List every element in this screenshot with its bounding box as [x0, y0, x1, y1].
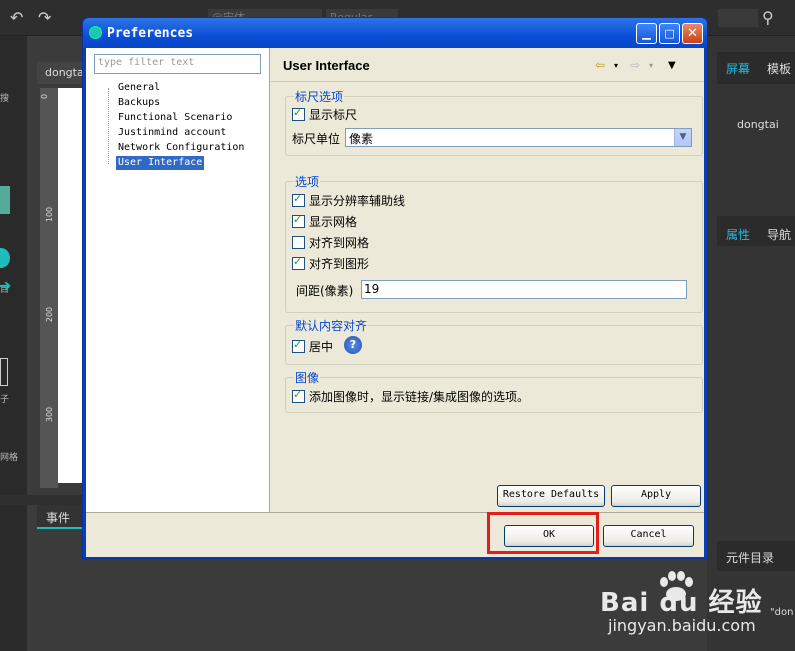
image-option-row[interactable]: 添加图像时，显示链接/集成图像的选项。 [292, 388, 529, 404]
ruler-mark: 300 [45, 406, 55, 423]
alignment-group: 默认内容对齐 居中 ? [285, 317, 703, 365]
component-icon[interactable] [0, 186, 10, 214]
page-header: User Interface ⇦ ▾ ⇨ ▾ ▼ [271, 48, 704, 82]
preferences-dialog: Preferences ▁ □ ✕ type filter text Gener… [82, 17, 708, 559]
ruler-mark: 0 [40, 93, 50, 100]
view-menu-icon[interactable]: ▼ [668, 60, 676, 71]
shape-icon[interactable] [0, 248, 10, 268]
page-title: User Interface [283, 58, 370, 73]
tree-line [108, 88, 110, 164]
dropdown-arrow-icon[interactable]: ▼ [674, 129, 691, 146]
resolution-guides-checkbox[interactable] [292, 192, 305, 207]
vertical-ruler: 0 100 200 300 [40, 88, 58, 488]
cancel-button[interactable]: Cancel [603, 525, 694, 547]
search-icon[interactable]: ⚲ [762, 0, 774, 36]
show-ruler-row[interactable]: 显示标尺 [292, 106, 357, 122]
rail-label: 子 [0, 395, 10, 405]
tree-item-general[interactable]: General [116, 81, 162, 95]
canvas-tab[interactable]: dongta [37, 62, 85, 84]
events-tab[interactable]: 事件 [37, 505, 87, 529]
ruler-group-label: 标尺选项 [294, 88, 345, 105]
ruler-mark: 100 [45, 206, 55, 223]
apply-button[interactable]: Apply [611, 485, 701, 507]
filter-input[interactable]: type filter text [94, 54, 261, 74]
show-grid-checkbox[interactable] [292, 213, 305, 228]
watermark-url: jingyan.baidu.com [608, 616, 756, 635]
alignment-group-label: 默认内容对齐 [294, 317, 369, 334]
option-row[interactable]: 对齐到网格 [292, 234, 369, 250]
tree-item-justinmind-account[interactable]: Justinmind account [116, 126, 228, 140]
ok-highlight-box [487, 512, 599, 554]
component-item[interactable]: "don [770, 607, 793, 618]
dialog-title: Preferences [107, 26, 194, 41]
back-icon[interactable]: ⇦ [595, 58, 605, 72]
close-button[interactable]: ✕ [682, 23, 703, 44]
app-icon [89, 26, 102, 39]
options-group-label: 选项 [294, 173, 321, 190]
preference-tree-pane: type filter text General Backups Functio… [86, 48, 270, 512]
option-row[interactable]: 显示网格 [292, 213, 357, 229]
unit-select[interactable]: 像素 ▼ [345, 128, 692, 147]
arrow-icon[interactable]: ➔ [0, 268, 11, 304]
snap-to-shapes-checkbox[interactable] [292, 255, 305, 270]
maximize-button[interactable]: □ [659, 23, 680, 44]
show-ruler-label: 显示标尺 [309, 107, 358, 122]
left-rail: 搜 目 ➔ 子 网格 [0, 36, 27, 651]
spacing-label: 间距(像素) [296, 284, 354, 298]
divider [86, 512, 704, 513]
dialog-titlebar[interactable]: Preferences ▁ □ ✕ [83, 18, 707, 48]
option-row[interactable]: 对齐到图形 [292, 255, 369, 271]
screen-item[interactable]: dongtai [737, 118, 779, 131]
restore-defaults-button[interactable]: Restore Defaults [497, 485, 605, 507]
forward-icon[interactable]: ⇨ [630, 58, 640, 72]
image-link-checkbox[interactable] [292, 388, 305, 403]
option-label: 对齐到图形 [309, 256, 370, 271]
spacing-input[interactable]: 19 [361, 280, 687, 299]
tab-navigation[interactable]: 导航 [767, 226, 791, 243]
redo-icon[interactable]: ↷ [38, 0, 51, 36]
image-group: 图像 添加图像时，显示链接/集成图像的选项。 [285, 369, 703, 413]
help-icon[interactable]: ? [344, 336, 362, 354]
image-option-label: 添加图像时，显示链接/集成图像的选项。 [309, 389, 530, 404]
tree-item-functional-scenario[interactable]: Functional Scenario [116, 111, 234, 125]
right-panel: 屏幕 模板 dongtai 属性 导航 元件目录 "don [707, 36, 795, 651]
snap-to-grid-checkbox[interactable] [292, 235, 305, 249]
unit-value: 像素 [349, 132, 374, 146]
center-label: 居中 [309, 339, 334, 354]
tab-components[interactable]: 元件目录 [726, 549, 774, 566]
option-label: 显示分辨率辅助线 [309, 193, 406, 208]
design-canvas[interactable] [58, 88, 83, 483]
back-menu-icon[interactable]: ▾ [614, 61, 618, 70]
tree-item-user-interface[interactable]: User Interface [116, 156, 205, 170]
rail-label: 搜 [0, 94, 10, 104]
forward-menu-icon[interactable]: ▾ [649, 61, 653, 70]
image-group-label: 图像 [294, 369, 321, 386]
panel-icon[interactable] [0, 358, 8, 386]
tree-item-network-configuration[interactable]: Network Configuration [116, 141, 246, 155]
option-row[interactable]: 显示分辨率辅助线 [292, 192, 405, 208]
center-row[interactable]: 居中 [292, 338, 333, 354]
dialog-body: type filter text General Backups Functio… [86, 48, 704, 557]
preference-page: User Interface ⇦ ▾ ⇨ ▾ ▼ 标尺选项 显示标尺 标尺单位 … [271, 48, 704, 512]
minimize-button[interactable]: ▁ [636, 23, 657, 44]
rail-label: 网格 [0, 453, 19, 463]
tree-item-backups[interactable]: Backups [116, 96, 162, 110]
ruler-group: 标尺选项 显示标尺 标尺单位 像素 ▼ [285, 88, 703, 156]
option-label: 显示网格 [309, 214, 358, 229]
zoom-select[interactable] [718, 9, 758, 27]
tab-screens[interactable]: 屏幕 [726, 60, 750, 77]
ruler-mark: 200 [45, 306, 55, 323]
unit-label: 标尺单位 [292, 132, 341, 146]
tab-templates[interactable]: 模板 [767, 60, 791, 77]
center-checkbox[interactable] [292, 338, 305, 353]
undo-icon[interactable]: ↶ [10, 0, 23, 36]
option-label: 对齐到网格 [309, 235, 370, 250]
show-ruler-checkbox[interactable] [292, 106, 305, 121]
paw-logo-icon [660, 571, 693, 601]
options-group: 选项 显示分辨率辅助线 显示网格 对齐到网格 对齐到图形 间距(像素) [285, 173, 703, 313]
tab-properties[interactable]: 属性 [726, 226, 750, 243]
